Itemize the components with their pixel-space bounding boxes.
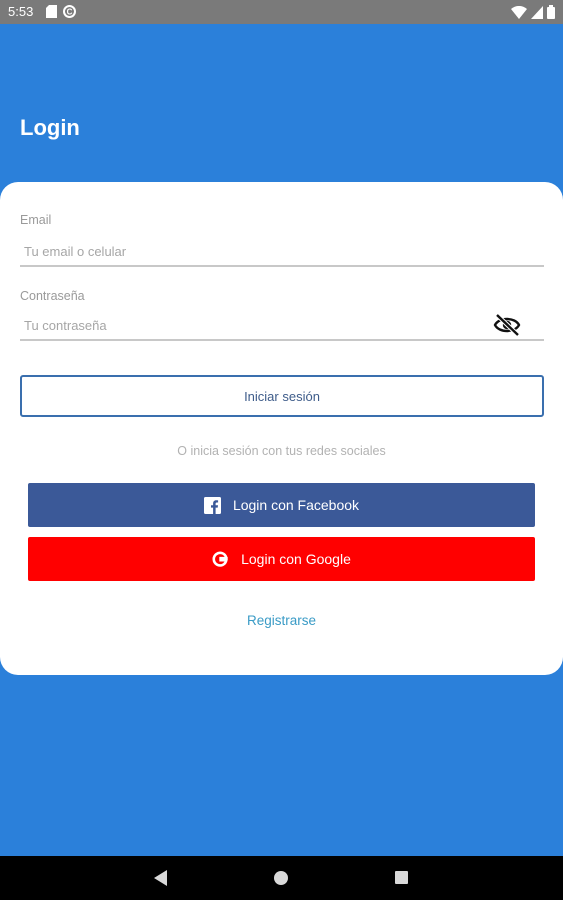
- google-login-button[interactable]: Login con Google: [28, 537, 535, 581]
- page-title: Login: [20, 115, 80, 140]
- password-label: Contraseña: [20, 289, 85, 303]
- facebook-login-label: Login con Facebook: [232, 497, 360, 513]
- signal-icon: [531, 5, 543, 19]
- status-time: 5:53: [8, 4, 34, 19]
- back-icon[interactable]: [154, 870, 168, 886]
- svg-text:C: C: [67, 8, 73, 17]
- sd-card-icon: [46, 5, 57, 18]
- email-label: Email: [20, 213, 52, 227]
- wifi-icon: [511, 5, 527, 19]
- email-field[interactable]: [20, 237, 544, 267]
- status-right-icons: [511, 5, 555, 19]
- register-link[interactable]: Registrarse: [0, 613, 563, 628]
- home-icon[interactable]: [274, 871, 288, 885]
- login-button-label: Iniciar sesión: [244, 388, 320, 404]
- navigation-bar: [0, 856, 563, 900]
- password-field[interactable]: [20, 311, 544, 341]
- login-button[interactable]: Iniciar sesión: [20, 375, 544, 417]
- google-login-label: Login con Google: [241, 551, 351, 567]
- social-login-caption: O inicia sesión con tus redes sociales: [177, 444, 386, 458]
- battery-icon: [547, 5, 555, 19]
- eye-off-icon[interactable]: [493, 313, 521, 337]
- login-card: Email Contraseña Iniciar sesión O inicia…: [0, 182, 563, 675]
- status-left-icons: C: [46, 5, 76, 18]
- recents-icon[interactable]: [395, 871, 408, 884]
- facebook-login-button[interactable]: Login con Facebook: [28, 483, 535, 527]
- sync-icon: C: [63, 5, 76, 18]
- status-bar: 5:53 C: [0, 0, 563, 24]
- google-icon: [212, 551, 228, 567]
- facebook-icon: [203, 496, 221, 514]
